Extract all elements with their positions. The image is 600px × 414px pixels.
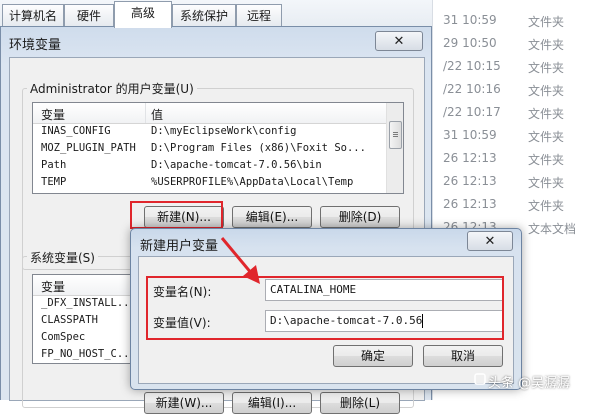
- var-value: D:\myEclipseWork\config: [151, 125, 297, 137]
- close-button[interactable]: ✕: [375, 31, 423, 51]
- user-edit-button[interactable]: 编辑(E)...: [232, 206, 312, 228]
- var-name: INAS_CONFIG: [41, 125, 111, 137]
- explorer-row[interactable]: /22 10:17 文件夹: [433, 101, 600, 124]
- var-value: D:\apache-tomcat-7.0.56\bin: [151, 159, 322, 171]
- explorer-row[interactable]: /22 10:16 文件夹: [433, 78, 600, 101]
- close-button[interactable]: ✕: [467, 231, 513, 251]
- column-variable[interactable]: 变量: [41, 106, 65, 123]
- system-new-button[interactable]: 新建(W)...: [144, 392, 224, 414]
- system-delete-button[interactable]: 删除(L): [320, 392, 400, 414]
- explorer-row[interactable]: 26 12:13 文件夹: [433, 147, 600, 170]
- tab-system-protection[interactable]: 系统保护: [172, 4, 236, 26]
- system-edit-button[interactable]: 编辑(I)...: [232, 392, 312, 414]
- column-variable[interactable]: 变量: [41, 278, 65, 295]
- var-name: Path: [41, 159, 67, 171]
- system-properties-tabs: 计算机名 硬件 高级 系统保护 远程: [0, 0, 432, 28]
- var-value: D:\Program Files (x86)\Foxit So...: [151, 142, 366, 154]
- explorer-row[interactable]: /22 10:15 文件夹: [433, 55, 600, 78]
- list-header: 变量 值: [33, 103, 403, 124]
- tab-remote[interactable]: 远程: [236, 4, 282, 26]
- explorer-row[interactable]: 29 10:50 文件夹: [433, 32, 600, 55]
- column-value[interactable]: 值: [151, 106, 163, 123]
- var-name: MOZ_PLUGIN_PATH: [41, 142, 136, 154]
- var-name: TEMP: [41, 176, 67, 188]
- tab-hardware[interactable]: 硬件: [64, 4, 114, 26]
- table-row[interactable]: Path D:\apache-tomcat-7.0.56\bin: [33, 157, 403, 174]
- watermark-logo-icon: [474, 373, 486, 385]
- dialog-title: 环境变量: [9, 38, 62, 53]
- tab-advanced[interactable]: 高级: [114, 1, 172, 28]
- table-row[interactable]: INAS_CONFIG D:\myEclipseWork\config: [33, 123, 403, 140]
- user-variables-label: Administrator 的用户变量(U): [27, 80, 197, 97]
- scroll-thumb[interactable]: [389, 121, 402, 149]
- dialog-title: 新建用户变量: [140, 239, 219, 254]
- vertical-scrollbar[interactable]: [386, 103, 403, 193]
- tab-computer-name[interactable]: 计算机名: [2, 4, 64, 26]
- highlight-input-fields: [146, 276, 504, 340]
- explorer-row[interactable]: 26 12:13 文件夹: [433, 170, 600, 193]
- cancel-button[interactable]: 取消: [423, 345, 503, 367]
- explorer-row[interactable]: 31 10:59 文件夹: [433, 124, 600, 147]
- user-variables-list[interactable]: 变量 值 INAS_CONFIG D:\myEclipseWork\config…: [32, 102, 404, 194]
- table-row[interactable]: MOZ_PLUGIN_PATH D:\Program Files (x86)\F…: [33, 140, 403, 157]
- explorer-row[interactable]: 31 10:59 文件夹: [433, 9, 600, 32]
- highlight-new-button: [130, 201, 223, 229]
- ok-button[interactable]: 确定: [333, 345, 413, 367]
- user-delete-button[interactable]: 删除(D): [320, 206, 400, 228]
- var-value: %USERPROFILE%\AppData\Local\Temp: [151, 176, 354, 188]
- watermark: 头条 @吴潺潺: [488, 376, 571, 391]
- explorer-row[interactable]: 26 12:13 文件夹: [433, 193, 600, 216]
- table-row[interactable]: TEMP %USERPROFILE%\AppData\Local\Temp: [33, 174, 403, 191]
- system-variables-label: 系统变量(S): [27, 249, 98, 266]
